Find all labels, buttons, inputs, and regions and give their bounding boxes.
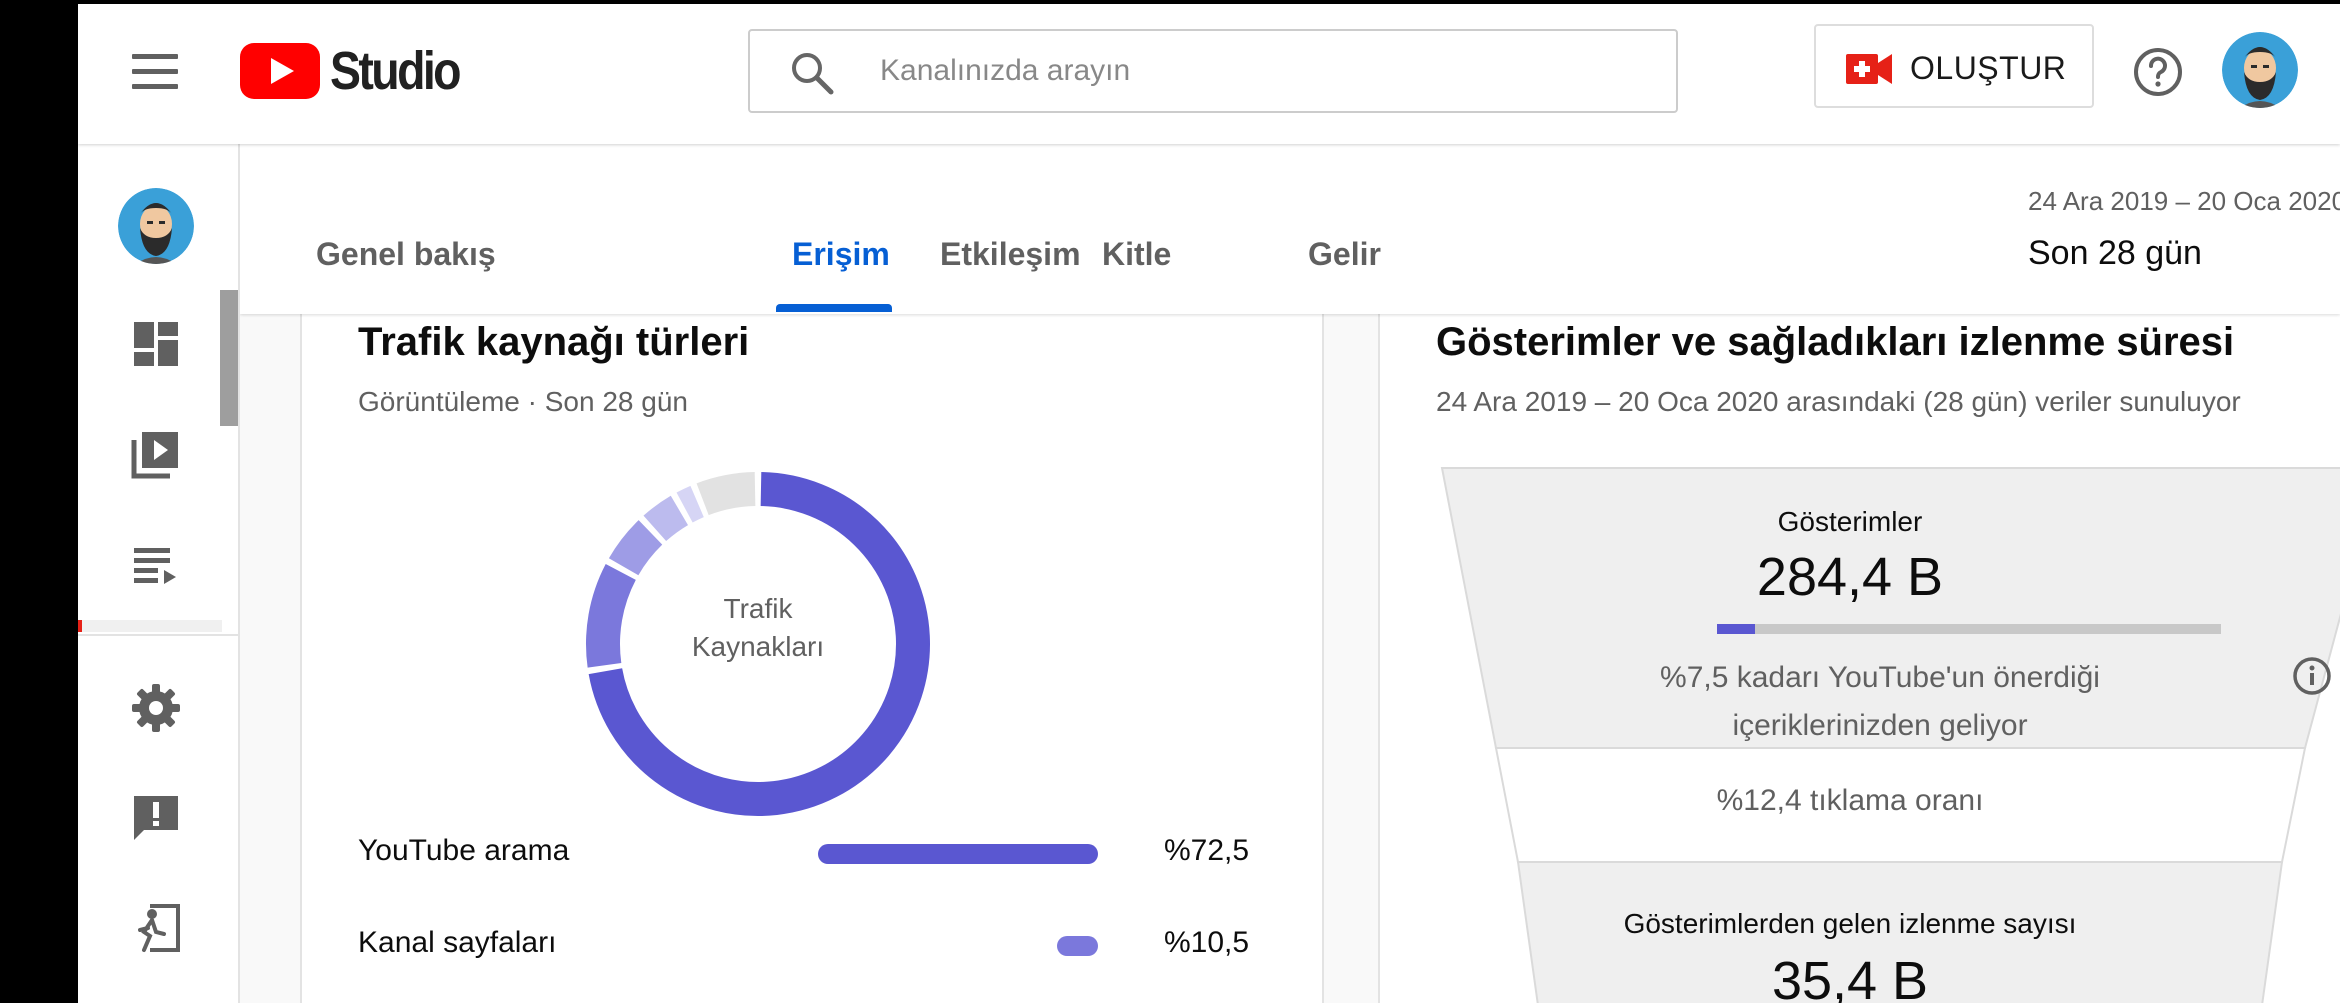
tab-revenue[interactable]: Gelir (1308, 236, 1381, 273)
analytics-tab-bar: Genel bakış Erişim Etkileşim Kitle Gelir… (240, 144, 2340, 314)
logo-text: Studio (330, 41, 462, 101)
settings-icon[interactable] (130, 682, 182, 734)
feedback-icon[interactable] (130, 792, 182, 844)
source-percent: %10,5 (1164, 926, 1250, 959)
impressions-value: 284,4 B (1756, 547, 1944, 607)
donut-slice[interactable] (696, 472, 756, 516)
traffic-source-row[interactable]: YouTube arama %72,5 (358, 828, 1258, 876)
traffic-sources-card: Trafik kaynağı türleri Görüntüleme · Son… (300, 314, 1324, 1003)
account-avatar[interactable] (2222, 32, 2298, 108)
sidebar-divider (78, 634, 238, 636)
source-percent: %72,5 (1164, 834, 1250, 867)
donut-center-line2: Kaynakları (691, 631, 825, 662)
playlists-icon[interactable] (130, 538, 182, 590)
donut-slice[interactable] (586, 564, 637, 668)
impressions-label: Gösterimler (1777, 506, 1923, 537)
sidebar-active-indicator (78, 620, 222, 632)
tab-audience[interactable]: Kitle (1102, 236, 1171, 273)
avatar-icon (118, 188, 194, 264)
recommended-share-fill (1717, 624, 1755, 634)
hamburger-menu-icon[interactable] (132, 54, 178, 90)
donut-center-line1: Trafik (723, 593, 793, 624)
top-header: Studio OLUŞTUR (78, 4, 2340, 144)
tab-overview[interactable]: Genel bakış (316, 236, 496, 273)
views-from-impressions-label: Gösterimlerden gelen izlenme sayısı (1623, 908, 2077, 939)
source-label: Kanal sayfaları (358, 926, 557, 959)
videos-icon[interactable] (130, 428, 182, 480)
date-period-selector[interactable]: Son 28 gün (2028, 234, 2202, 273)
dashboard-icon[interactable] (130, 318, 182, 370)
search-icon[interactable] (790, 51, 834, 95)
source-label: YouTube arama (358, 834, 570, 867)
search-box[interactable] (748, 29, 1678, 113)
traffic-card-title: Trafik kaynağı türleri (358, 320, 750, 364)
create-label: OLUŞTUR (1910, 50, 2067, 86)
channel-avatar[interactable] (118, 188, 194, 264)
left-sidebar (78, 144, 240, 1003)
youtube-logo-icon (240, 43, 320, 99)
recommended-note: %7,5 kadarı YouTube'un önerdiği içerikle… (1660, 661, 2100, 742)
impressions-funnel-card: Gösterimler ve sağladıkları izlenme süre… (1378, 314, 2340, 1003)
donut-slice[interactable] (676, 485, 704, 523)
sidebar-scrollbar[interactable] (220, 290, 238, 426)
info-icon[interactable] (2292, 656, 2332, 696)
studio-app: Studio OLUŞTUR (78, 4, 2340, 1003)
date-range[interactable]: 24 Ara 2019 – 20 Oca 2020 (2028, 186, 2340, 217)
views-from-impressions-value: 35,4 B (1771, 951, 1929, 1003)
source-bar (818, 844, 1098, 864)
donut-slice[interactable] (643, 495, 689, 542)
traffic-source-row[interactable]: Kanal sayfaları %10,5 (358, 920, 1258, 968)
source-bar (1057, 936, 1098, 956)
search-input[interactable] (880, 41, 1640, 101)
donut-slice[interactable] (608, 520, 663, 576)
studio-logo[interactable]: Studio (240, 40, 480, 102)
help-icon[interactable] (2132, 46, 2184, 98)
funnel-card-subtitle: 24 Ara 2019 – 20 Oca 2020 arasındaki (28… (1436, 386, 2241, 417)
click-through-rate: %12,4 tıklama oranı (1716, 784, 1984, 817)
tab-reach[interactable]: Erişim (792, 236, 890, 273)
donut-center-label: Trafik Kaynakları (658, 590, 858, 666)
create-video-icon (1846, 54, 1892, 84)
active-tab-underline (776, 304, 892, 312)
tab-engagement[interactable]: Etkileşim (940, 236, 1081, 273)
recommended-share-bar (1717, 624, 2221, 634)
avatar-icon (2222, 32, 2298, 108)
traffic-card-subtitle: Görüntüleme · Son 28 gün (358, 386, 688, 417)
exit-icon[interactable] (130, 902, 182, 954)
create-button[interactable]: OLUŞTUR (1814, 24, 2094, 108)
funnel-card-title: Gösterimler ve sağladıkları izlenme süre… (1436, 320, 2235, 364)
